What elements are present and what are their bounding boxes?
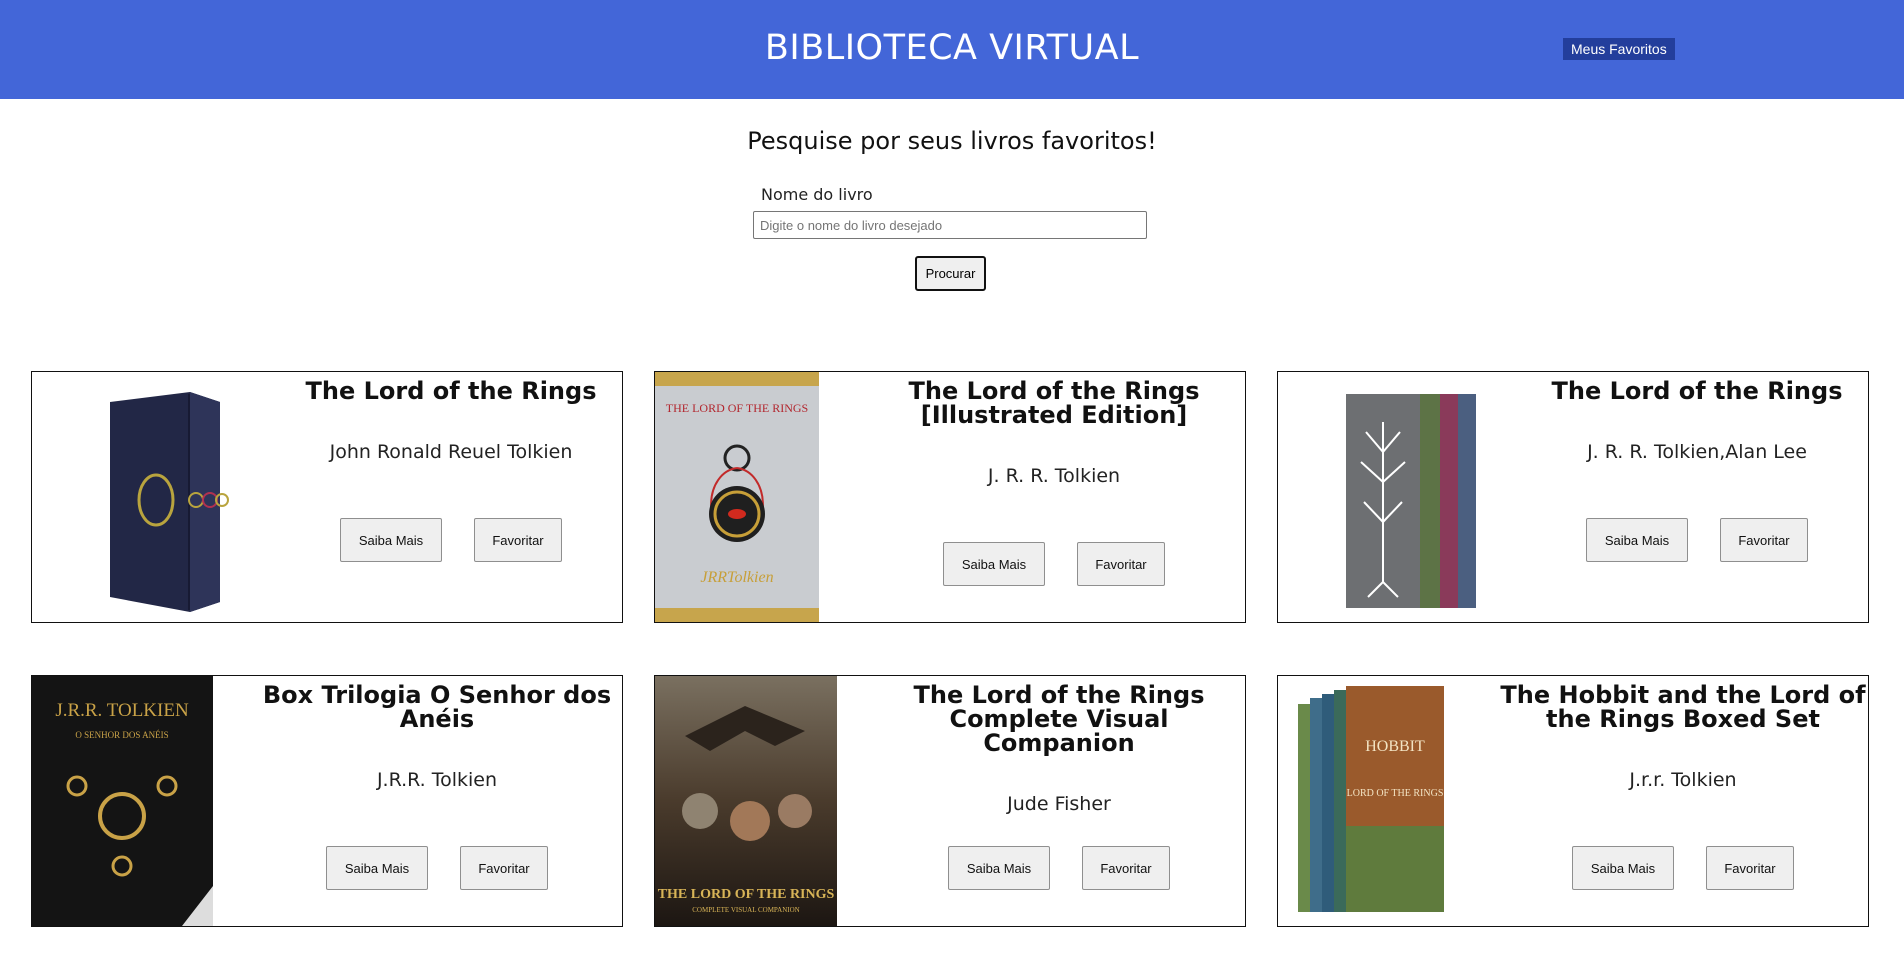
book-card: The Lord of the Rings John Ronald Reuel …: [31, 371, 623, 623]
learn-more-button[interactable]: Saiba Mais: [948, 846, 1050, 890]
book-author: J. R. R. Tolkien,Alan Lee: [1587, 441, 1807, 463]
book-author: J. R. R. Tolkien: [987, 465, 1121, 487]
favorite-button[interactable]: Favoritar: [1720, 518, 1808, 562]
book-cover: THE LORD OF THE RINGS JRRTolkien: [655, 372, 819, 622]
my-favorites-button[interactable]: Meus Favoritos: [1563, 38, 1675, 60]
book-card: THE LORD OF THE RINGS COMPLETE VISUAL CO…: [654, 675, 1246, 927]
favorite-button[interactable]: Favoritar: [1077, 542, 1165, 586]
book-card: THE LORD OF THE RINGS JRRTolkien The Lor…: [654, 371, 1246, 623]
learn-more-button[interactable]: Saiba Mais: [1572, 846, 1674, 890]
book-cover: HOBBIT LORD OF THE RINGS: [1286, 676, 1451, 926]
book-cover: J.R.R. TOLKIEN O SENHOR DOS ANÉIS: [32, 676, 213, 926]
book-author: J.R.R. Tolkien: [376, 769, 498, 791]
learn-more-button[interactable]: Saiba Mais: [340, 518, 442, 562]
book-author: John Ronald Reuel Tolkien: [329, 441, 573, 463]
book-name-input[interactable]: [753, 211, 1147, 239]
learn-more-button[interactable]: Saiba Mais: [326, 846, 428, 890]
cover-title: THE LORD OF THE RINGS: [666, 401, 808, 415]
book-cover: THE LORD OF THE RINGS COMPLETE VISUAL CO…: [655, 676, 837, 926]
learn-more-button[interactable]: Saiba Mais: [943, 542, 1045, 586]
book-title: The Hobbit and the Lord of the Rings Box…: [1500, 681, 1866, 733]
search-label: Nome do livro: [761, 185, 873, 204]
cover-subtitle: LORD OF THE RINGS: [1347, 788, 1444, 799]
book-cover: [70, 372, 270, 622]
favorite-button[interactable]: Favoritar: [460, 846, 548, 890]
search-heading: Pesquise por seus livros favoritos!: [747, 127, 1157, 155]
book-title: Box Trilogia O Senhor dos Anéis: [262, 681, 612, 733]
book-title: The Lord of the Rings Complete Visual Co…: [913, 681, 1205, 757]
cover-author: J.R.R. TOLKIEN: [55, 700, 189, 721]
book-card: The Lord of the Rings J. R. R. Tolkien,A…: [1277, 371, 1869, 623]
favorite-button[interactable]: Favoritar: [1706, 846, 1794, 890]
header-bar: BIBLIOTECA VIRTUAL Meus Favoritos: [0, 0, 1904, 99]
book-cover: [1316, 372, 1516, 622]
favorite-button[interactable]: Favoritar: [474, 518, 562, 562]
favorite-button[interactable]: Favoritar: [1082, 846, 1170, 890]
learn-more-button[interactable]: Saiba Mais: [1586, 518, 1688, 562]
cover-subtitle: O SENHOR DOS ANÉIS: [75, 730, 168, 740]
cover-title: HOBBIT: [1365, 738, 1425, 755]
cover-title: THE LORD OF THE RINGS: [658, 887, 835, 902]
book-author: J.r.r. Tolkien: [1629, 769, 1737, 791]
book-author: Jude Fisher: [1007, 793, 1111, 815]
book-card: HOBBIT LORD OF THE RINGS The Hobbit and …: [1277, 675, 1869, 927]
book-title: The Lord of the Rings [Illustrated Editi…: [908, 377, 1200, 429]
svg-text:JRRTolkien: JRRTolkien: [700, 569, 773, 586]
book-card: J.R.R. TOLKIEN O SENHOR DOS ANÉIS Box Tr…: [31, 675, 623, 927]
cover-subtitle: COMPLETE VISUAL COMPANION: [692, 906, 799, 914]
book-title: The Lord of the Rings: [305, 377, 597, 405]
search-button[interactable]: Procurar: [915, 256, 986, 291]
book-title: The Lord of the Rings: [1551, 377, 1843, 405]
